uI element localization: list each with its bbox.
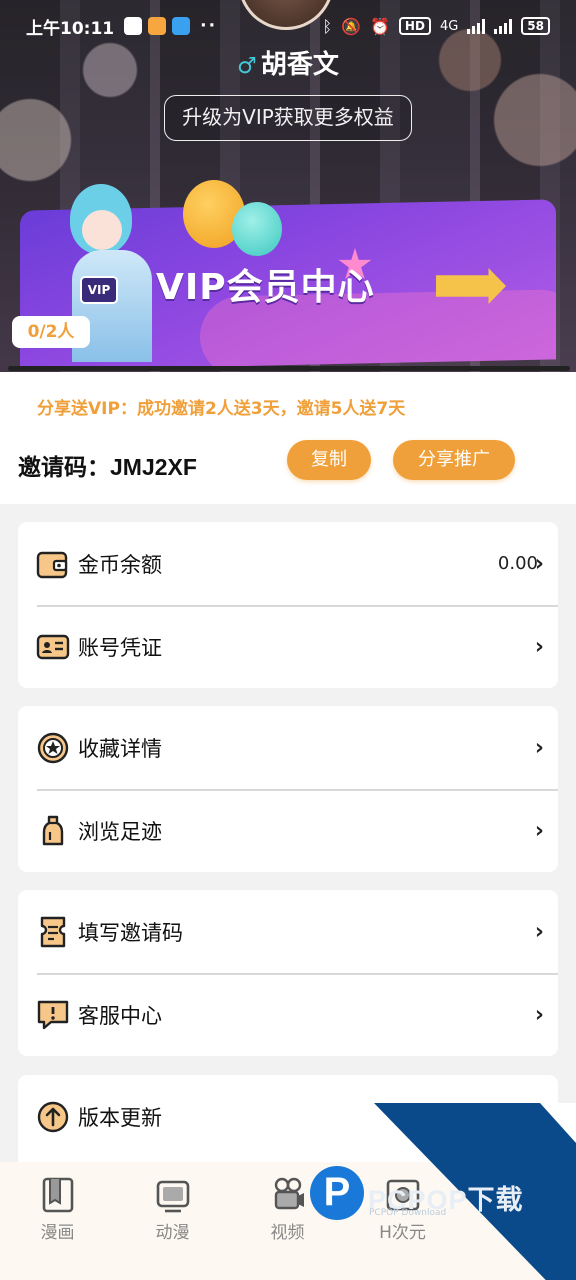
chevron-right-icon: ›: [534, 551, 544, 576]
vip-upgrade-button[interactable]: 升级为VIP获取更多权益: [164, 95, 412, 141]
chevron-right-icon: ›: [534, 818, 544, 843]
message-alert-icon: [36, 998, 70, 1032]
ticket-icon: [36, 915, 70, 949]
menu-card-assets: 金币余额 0.00 › 账号凭证 ›: [18, 522, 558, 688]
male-gender-icon: ♂: [237, 54, 257, 79]
vip-badge: VIP: [80, 276, 118, 304]
mute-bell-icon: 🔕: [341, 16, 361, 36]
menu-item-label: 版本更新: [78, 1105, 162, 1130]
coin-balance-value: 0.00: [497, 553, 538, 574]
app-screen: 上午10:11 ·· ᛒ 🔕 ⏰ HD 4G 58 ♂ 胡香文 升级为VIP获取更…: [0, 0, 576, 1280]
tab-anime[interactable]: 动漫: [115, 1162, 230, 1280]
menu-item-label: 账号凭证: [78, 635, 162, 660]
hd-badge: HD: [398, 17, 431, 35]
wallet-icon: [36, 547, 70, 581]
tv-icon: [156, 1180, 189, 1213]
menu-card-activity: 收藏详情 › 浏览足迹 ›: [18, 706, 558, 872]
copy-button[interactable]: 复制: [287, 440, 371, 480]
menu-item-label: 浏览足迹: [78, 819, 162, 844]
invite-code-label: 邀请码：: [18, 455, 110, 481]
share-promo-text: 分享送VIP：成功邀请2人送3天，邀请5人送7天: [37, 399, 406, 419]
battery-level: 58: [521, 17, 550, 35]
chevron-right-icon: ›: [534, 919, 544, 944]
banner-title: VIP会员中心: [156, 267, 375, 308]
alarm-icon: ⏰: [370, 16, 390, 36]
invite-count-badge: 0/2人: [12, 316, 90, 348]
tab-label: 漫画: [40, 1223, 75, 1243]
chevron-right-icon: ›: [534, 1002, 544, 1027]
tab-label: H次元: [379, 1223, 426, 1243]
invite-code: 邀请码：JMJ2XF: [18, 448, 197, 482]
menu-item-customer-service[interactable]: 客服中心 ›: [18, 973, 558, 1056]
signal-icon: [467, 18, 486, 34]
banner-divider: [8, 366, 570, 371]
tab-label: 视频: [270, 1223, 305, 1243]
invite-section: 分享送VIP：成功邀请2人送3天，邀请5人送7天 邀请码：JMJ2XF 复制 分…: [0, 372, 576, 504]
chevron-right-icon: ›: [534, 735, 544, 760]
menu-item-account-credential[interactable]: 账号凭证 ›: [18, 605, 558, 688]
notes-app-icon: [148, 17, 167, 35]
upload-arrow-icon: [36, 1100, 70, 1134]
menu-item-label: 金币余额: [78, 552, 162, 577]
signal-2-icon: [494, 18, 513, 34]
status-right: ᛒ 🔕 ⏰ HD 4G 58: [322, 17, 550, 36]
teal-balloon-icon: [232, 202, 282, 256]
network-type: 4G: [439, 18, 459, 34]
menu-item-label: 收藏详情: [78, 736, 162, 761]
menu-item-enter-invite-code[interactable]: 填写邀请码 ›: [18, 890, 558, 973]
status-time: 上午10:11: [26, 18, 115, 39]
more-notifications-icon: ··: [200, 16, 218, 36]
tab-comics[interactable]: 漫画: [0, 1162, 115, 1280]
id-card-icon: [36, 630, 70, 664]
username-text: 胡香文: [260, 50, 339, 80]
video-camera-icon: [274, 1177, 304, 1210]
tab-label: 动漫: [155, 1223, 190, 1243]
star-badge-icon: [36, 731, 70, 765]
invite-code-value: JMJ2XF: [110, 454, 197, 480]
share-promote-button[interactable]: 分享推广: [393, 440, 515, 480]
menu-card-service: 填写邀请码 › 客服中心 ›: [18, 890, 558, 1056]
menu-item-browse-history[interactable]: 浏览足迹 ›: [18, 789, 558, 872]
watermark-logo-icon: P: [310, 1166, 364, 1220]
bottle-icon: [36, 814, 70, 848]
menu-item-favorites[interactable]: 收藏详情 ›: [18, 706, 558, 789]
mascot-face: [82, 210, 122, 250]
menu-item-label: 填写邀请码: [78, 920, 183, 945]
mail-app-icon: [172, 17, 191, 35]
username: ♂ 胡香文: [0, 44, 576, 81]
watermark-subtext: PCPOP Download: [369, 1208, 447, 1218]
menu-item-label: 客服中心: [78, 1003, 162, 1028]
menu-item-coin-balance[interactable]: 金币余额 0.00 ›: [18, 522, 558, 605]
bluetooth-icon: ᛒ: [322, 16, 333, 36]
comic-book-icon: [42, 1177, 73, 1213]
chevron-right-icon: ›: [534, 634, 544, 659]
qq-app-icon: [124, 17, 143, 35]
